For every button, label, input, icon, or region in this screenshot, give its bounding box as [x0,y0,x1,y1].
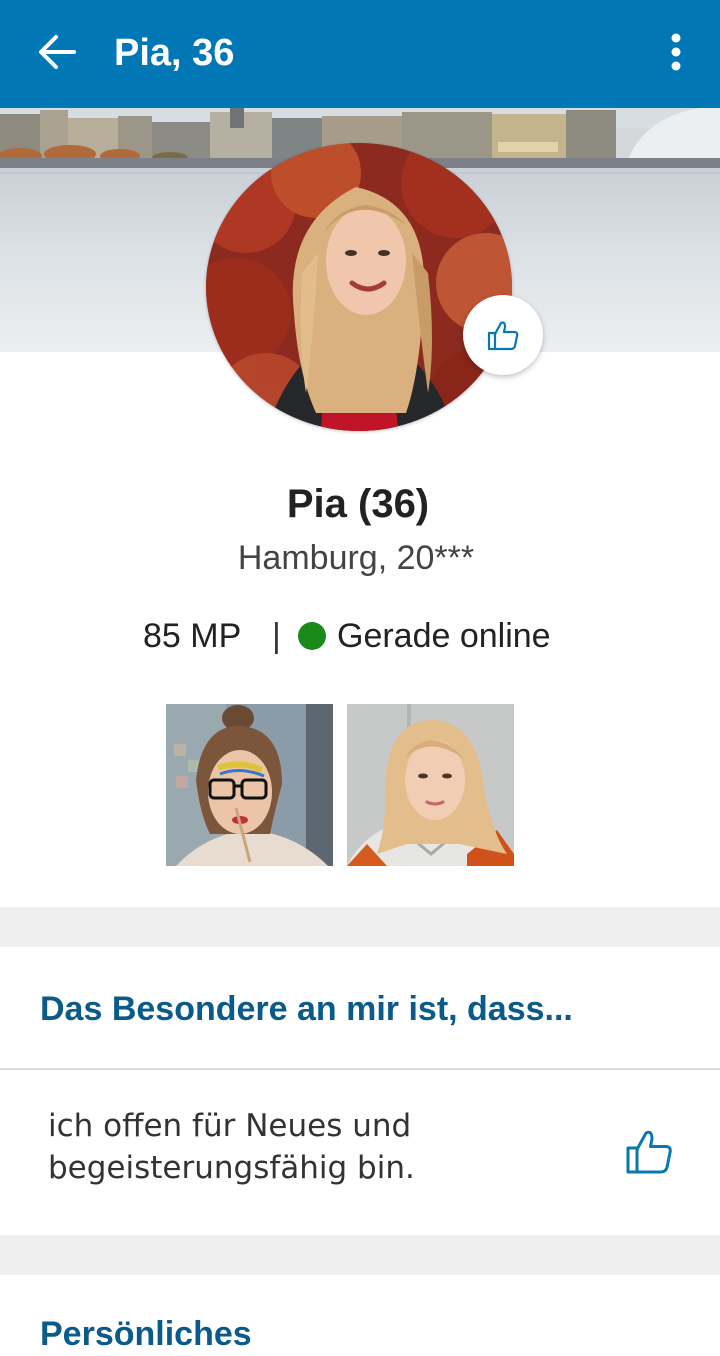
points-label: 85 MP [143,617,242,655]
app-bar: Pia, 36 [0,0,720,108]
like-profile-button[interactable] [463,295,543,375]
more-menu-button[interactable] [660,30,692,76]
section-gap [0,907,720,947]
profile-location: Hamburg, 20*** [237,539,475,577]
back-button[interactable] [36,30,78,74]
page-title: Pia, 36 [114,32,235,74]
section-answer: ich offen für Neues und begeisterungsfäh… [48,1105,568,1189]
profile-stats: 85 MP | Gerade online [0,612,720,660]
answer-line: begeisterungsfähig bin. [48,1150,415,1186]
like-answer-button[interactable] [622,1124,676,1178]
arrow-left-icon [39,35,76,69]
section-title: Das Besondere an mir ist, dass... [40,990,573,1028]
gallery-photo[interactable] [347,704,514,866]
section-title: Persönliches [40,1315,252,1353]
stats-separator: | [272,617,281,655]
online-status-label: Gerade online [337,617,551,655]
section-divider [0,1068,720,1070]
answer-line: ich offen für Neues und [48,1108,412,1144]
more-vertical-icon [671,33,681,71]
thumbs-up-icon [626,1130,672,1174]
gallery-photo[interactable] [166,704,333,866]
profile-avatar[interactable] [206,143,512,431]
online-status-icon [298,622,326,650]
profile-name: Pia (36) [286,482,430,526]
section-gap [0,1235,720,1275]
thumbs-up-icon [487,321,519,351]
